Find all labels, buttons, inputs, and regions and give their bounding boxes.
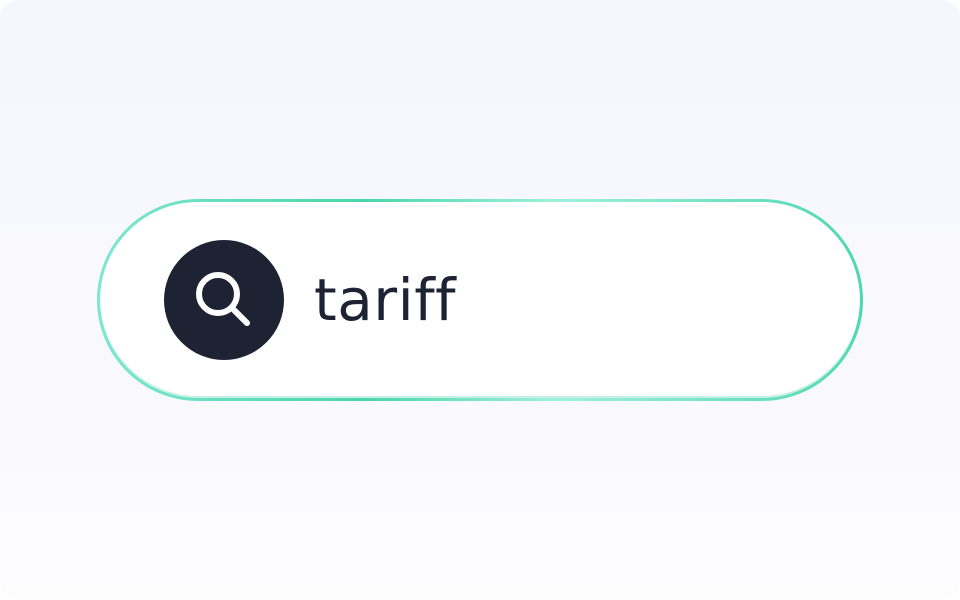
search-bar-surface[interactable]: tariff	[100, 202, 860, 398]
app-canvas: tariff	[0, 0, 960, 600]
magnifier-glyph	[196, 272, 250, 326]
search-bar[interactable]: tariff	[97, 199, 863, 401]
search-input[interactable]: tariff	[314, 260, 456, 340]
search-icon[interactable]	[164, 240, 284, 360]
